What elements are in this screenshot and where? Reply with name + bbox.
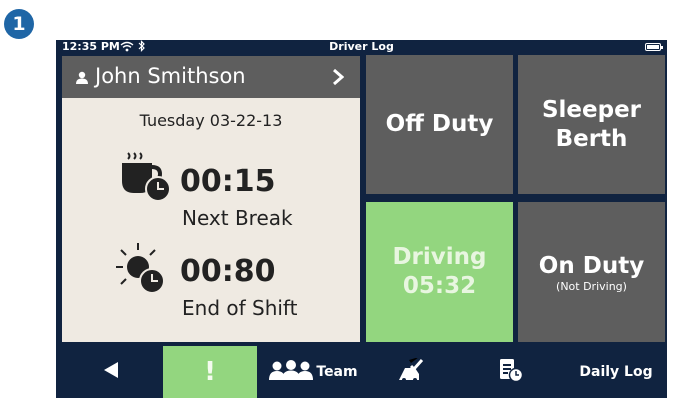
chevron-right-icon[interactable] [332, 68, 345, 90]
on-duty-label: On Duty [538, 252, 645, 279]
team-icon [269, 360, 314, 384]
person-icon [75, 70, 89, 89]
off-duty-label: Off Duty [385, 111, 494, 137]
inspection-button[interactable] [386, 346, 436, 398]
on-duty-tile[interactable]: On Duty (Not Driving) [518, 202, 665, 342]
coffee-clock-icon [120, 151, 172, 207]
truck-check-icon [397, 357, 425, 386]
driving-label: Driving [392, 244, 487, 270]
end-of-shift-label: End of Shift [182, 296, 298, 320]
driver-header[interactable]: John Smithson [62, 56, 360, 98]
off-duty-tile[interactable]: Off Duty [366, 55, 513, 194]
next-break-label: Next Break [182, 206, 293, 230]
driver-name: John Smithson [95, 64, 246, 88]
log-button[interactable] [486, 346, 536, 398]
driver-panel: John Smithson Tuesday 03-22-13 00:15 Nex… [62, 56, 360, 342]
log-date: Tuesday 03-22-13 [139, 111, 283, 130]
driving-time: 05:32 [402, 273, 477, 299]
sleeper-label-line2: Berth [555, 125, 628, 152]
sleeper-label-line1: Sleeper [541, 96, 642, 123]
end-of-shift-time: 00:80 [180, 254, 276, 289]
back-arrow-icon [103, 361, 119, 383]
alert-button[interactable]: ! [163, 346, 257, 398]
bottom-nav: ! Team Daily Log [56, 346, 667, 398]
driving-tile[interactable]: Driving 05:32 [366, 202, 513, 342]
team-label: Team [316, 364, 358, 380]
callout-badge: 1 [4, 9, 34, 39]
team-button[interactable]: Team [261, 346, 366, 398]
daily-log-button[interactable]: Daily Log [566, 346, 666, 398]
back-button[interactable] [86, 346, 136, 398]
alert-label: ! [204, 357, 216, 387]
on-duty-sublabel: (Not Driving) [556, 279, 627, 293]
status-title: Driver Log [329, 40, 394, 53]
device-screen: 12:35 PM Driver Log John Smithson Tuesda… [56, 40, 667, 398]
next-break-time: 00:15 [180, 164, 276, 199]
battery-icon [645, 43, 663, 51]
status-bar: 12:35 PM Driver Log [56, 40, 667, 54]
log-clock-icon [498, 357, 524, 387]
sleeper-berth-tile[interactable]: Sleeper Berth [518, 55, 665, 194]
sun-clock-icon [114, 241, 174, 301]
